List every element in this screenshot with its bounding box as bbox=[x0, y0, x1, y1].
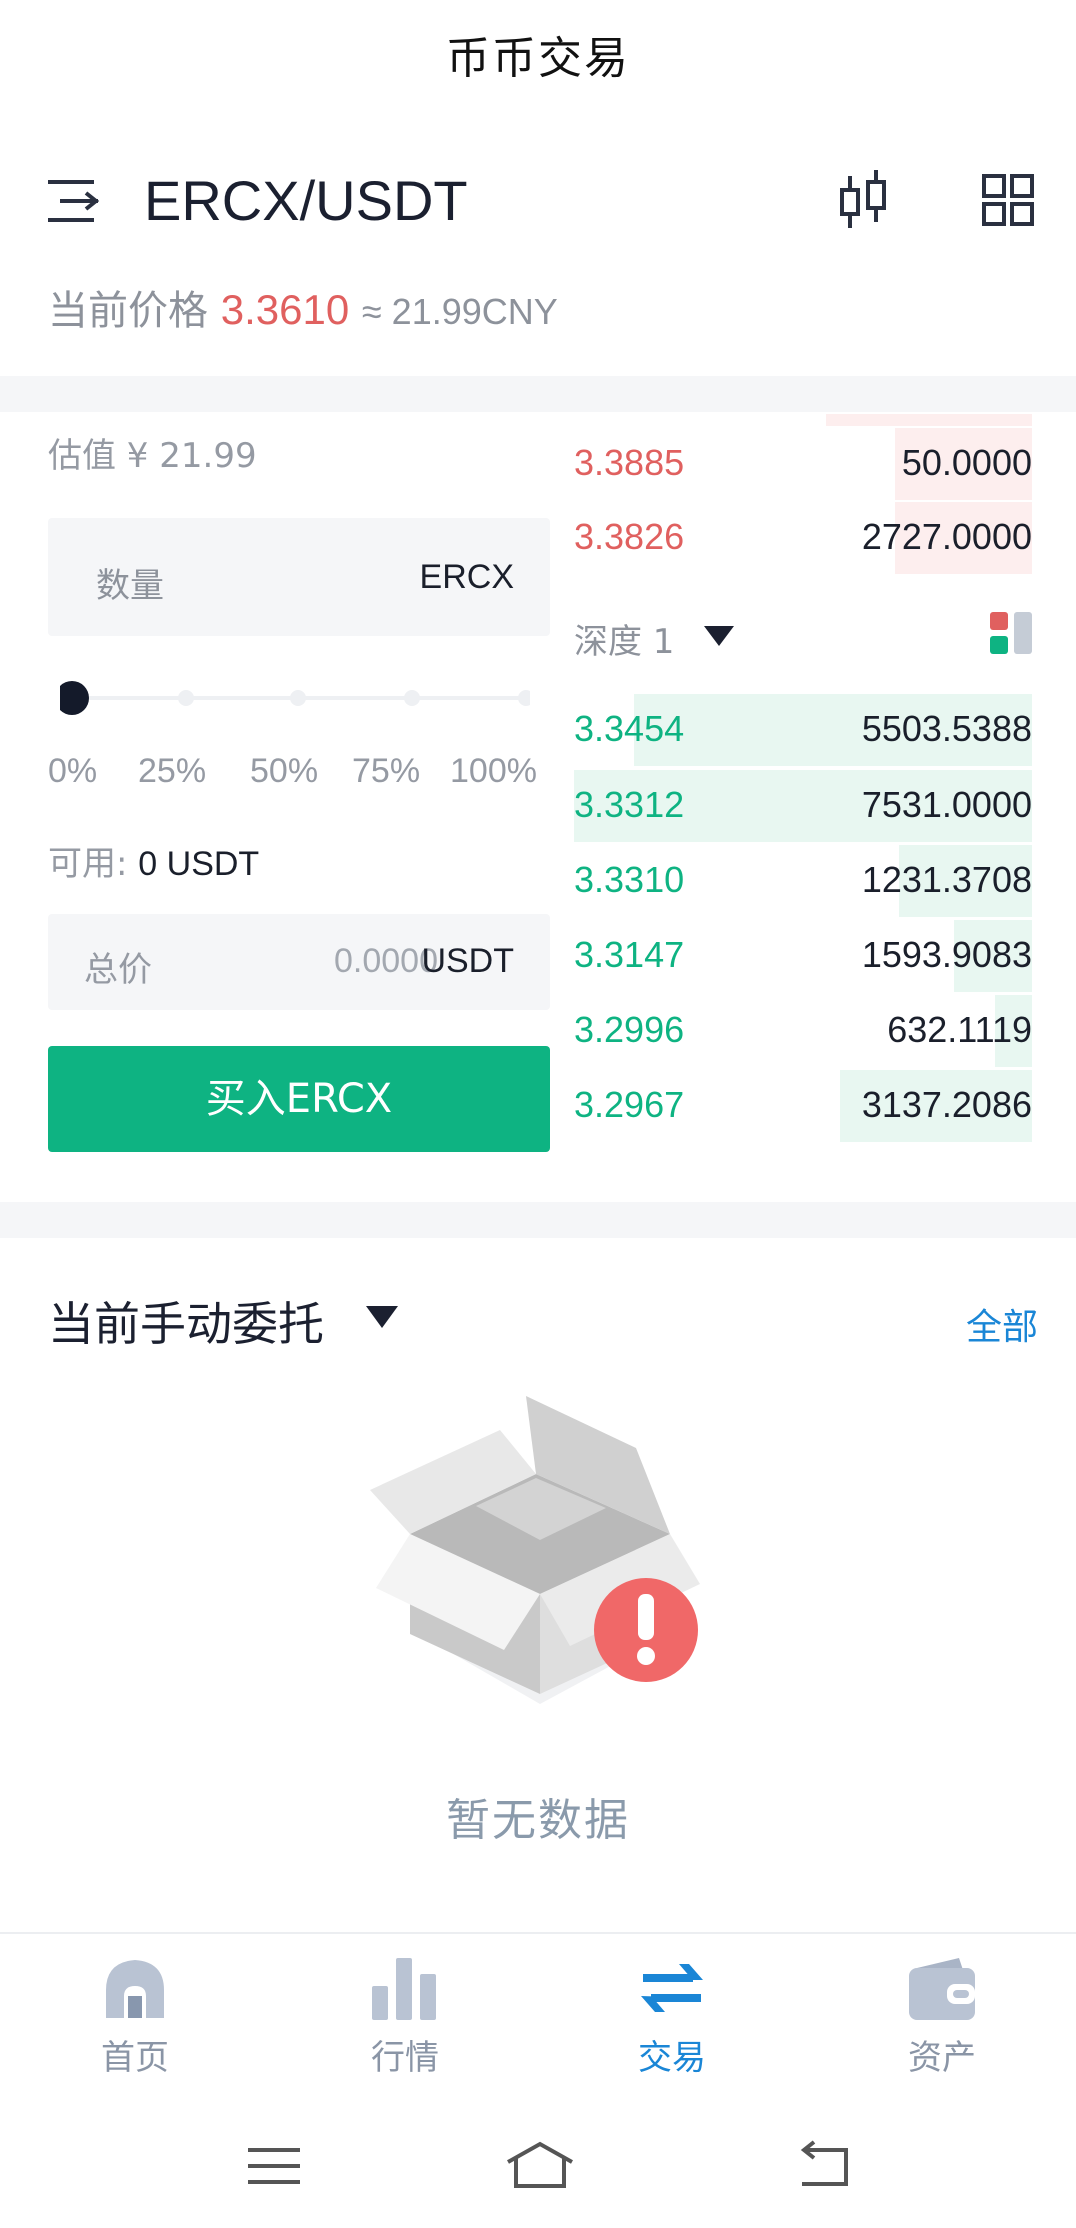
bid-amount: 1231.3708 bbox=[861, 859, 1032, 900]
bid-row[interactable]: 3.3147 1593.9083 bbox=[574, 920, 1032, 992]
amount-slider[interactable] bbox=[60, 680, 530, 716]
ask-amount: 2727.0000 bbox=[861, 516, 1032, 557]
swap-arrows-icon bbox=[641, 1964, 703, 2012]
orders-title[interactable]: 当前手动委托 bbox=[48, 1288, 324, 1354]
tab-label: 行情 bbox=[371, 2038, 439, 2078]
ask-amount: 50.0000 bbox=[901, 442, 1032, 483]
bid-amount: 7531.0000 bbox=[861, 784, 1032, 825]
price-label: 当前价格 bbox=[48, 288, 208, 334]
wallet-icon bbox=[909, 1958, 975, 2020]
available-label: 可用: bbox=[48, 844, 128, 884]
section-divider bbox=[0, 1202, 1076, 1238]
home-nav-icon[interactable] bbox=[504, 2140, 576, 2192]
ask-price: 3.3826 bbox=[574, 516, 685, 557]
total-label: 总价 bbox=[84, 950, 152, 990]
grid-menu-icon[interactable] bbox=[982, 174, 1034, 226]
available-value: 0 USDT bbox=[138, 845, 260, 883]
tab-assets[interactable]: 资产 bbox=[842, 1956, 1042, 2088]
ask-row[interactable]: 3.3826 2727.0000 bbox=[574, 502, 1032, 574]
price-cny: ≈ 21.99CNY bbox=[361, 291, 558, 332]
tab-label: 首页 bbox=[101, 2038, 169, 2078]
bid-amount: 3137.2086 bbox=[861, 1084, 1032, 1125]
bid-amount: 5503.5388 bbox=[861, 708, 1032, 749]
tab-label: 交易 bbox=[638, 2038, 706, 2078]
pct-label[interactable]: 50% bbox=[250, 752, 318, 791]
available-balance: 可用: 0 USDT bbox=[48, 836, 259, 885]
bid-price: 3.3147 bbox=[574, 934, 685, 975]
pct-label[interactable]: 100% bbox=[450, 752, 537, 791]
bid-price: 3.2996 bbox=[574, 1009, 685, 1050]
total-value: 0.0000 bbox=[334, 942, 438, 980]
orderbook-layout-icon[interactable] bbox=[990, 612, 1032, 654]
ask-row[interactable]: 3.3885 50.0000 bbox=[574, 428, 1032, 500]
trading-pair[interactable]: ERCX/USDT bbox=[144, 168, 468, 233]
tab-label: 资产 bbox=[908, 2038, 976, 2078]
total-unit: USDT bbox=[421, 942, 514, 980]
bid-row[interactable]: 3.3312 7531.0000 bbox=[574, 770, 1032, 842]
empty-state-text: 暂无数据 bbox=[446, 1795, 630, 1846]
quantity-placeholder: 数量 bbox=[96, 566, 164, 606]
home-icon bbox=[106, 1960, 164, 2018]
bid-row[interactable]: 3.3454 5503.5388 bbox=[574, 694, 1032, 766]
total-input[interactable]: 总价 0.0000 USDT bbox=[48, 914, 550, 1010]
ask-depth-fragment bbox=[826, 414, 1032, 426]
pct-label[interactable]: 0% bbox=[48, 752, 97, 791]
bid-row[interactable]: 3.2996 632.1119 bbox=[574, 995, 1032, 1067]
recent-apps-icon[interactable] bbox=[244, 2140, 304, 2192]
section-divider bbox=[0, 376, 1076, 412]
depth-selector[interactable]: 深度 1 bbox=[574, 614, 674, 663]
bid-price: 3.3312 bbox=[574, 784, 685, 825]
bid-price: 3.3454 bbox=[574, 708, 685, 749]
estimate-value: 估值 ¥ 21.99 bbox=[48, 436, 257, 476]
bid-row[interactable]: 3.2967 3137.2086 bbox=[574, 1070, 1032, 1142]
pct-label[interactable]: 75% bbox=[352, 752, 420, 791]
bid-amount: 1593.9083 bbox=[861, 934, 1032, 975]
tab-market[interactable]: 行情 bbox=[305, 1956, 505, 2088]
empty-box-illustration bbox=[370, 1396, 700, 1704]
page-title: 币币交易 bbox=[446, 33, 630, 84]
tabbar-divider bbox=[0, 1932, 1076, 1934]
chart-bars-icon bbox=[372, 1958, 436, 2020]
bid-amount: 632.1119 bbox=[887, 1009, 1032, 1050]
candlestick-chart-icon[interactable] bbox=[836, 168, 892, 234]
back-icon[interactable] bbox=[794, 2140, 854, 2192]
quantity-input[interactable]: 数量 ERCX bbox=[48, 518, 550, 636]
buy-button[interactable]: 买入ERCX bbox=[48, 1046, 550, 1152]
current-price: 当前价格 3.3610 ≈ 21.99CNY bbox=[48, 278, 558, 336]
ask-price: 3.3885 bbox=[574, 442, 685, 483]
tab-trade[interactable]: 交易 bbox=[572, 1956, 772, 2088]
caret-down-icon[interactable] bbox=[702, 622, 736, 648]
price-value: 3.3610 bbox=[220, 286, 350, 333]
menu-icon[interactable] bbox=[46, 176, 100, 226]
slider-handle[interactable] bbox=[60, 681, 89, 715]
bid-price: 3.3310 bbox=[574, 859, 685, 900]
caret-down-icon[interactable] bbox=[364, 1302, 400, 1330]
tab-home[interactable]: 首页 bbox=[35, 1956, 235, 2088]
all-orders-link[interactable]: 全部 bbox=[966, 1298, 1038, 1350]
pct-label[interactable]: 25% bbox=[138, 752, 206, 791]
bid-row[interactable]: 3.3310 1231.3708 bbox=[574, 845, 1032, 917]
bid-price: 3.2967 bbox=[574, 1084, 685, 1125]
quantity-unit: ERCX bbox=[419, 558, 514, 596]
